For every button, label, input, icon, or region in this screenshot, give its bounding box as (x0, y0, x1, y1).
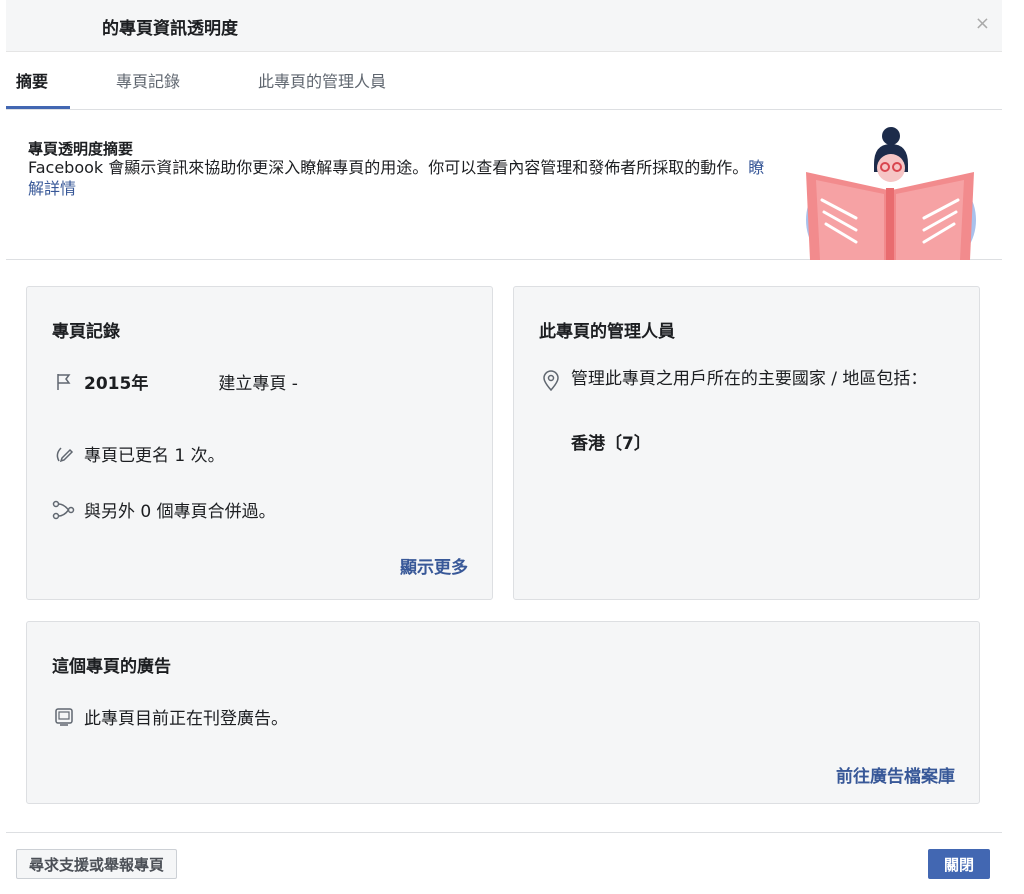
location-pin-icon (539, 369, 563, 393)
reading-person-illustration (806, 127, 976, 260)
country-value: 香港〔7〕 (571, 434, 651, 454)
created-text: 建立專頁 - (218, 374, 298, 394)
merge-text: 與另外 0 個專頁合併過。 (84, 502, 276, 522)
active-tab-indicator (6, 106, 70, 109)
ads-status-text: 此專頁目前正在刊登廣告。 (84, 709, 288, 729)
close-button[interactable]: 關閉 (928, 849, 990, 879)
ads-status-row: 此專頁目前正在刊登廣告。 (52, 704, 288, 729)
created-year: 2015年 (84, 374, 149, 394)
country-text: 管理此專頁之用戶所在的主要國家 / 地區包括： (570, 369, 928, 389)
dialog-header: 的專頁資訊透明度 × (6, 0, 1002, 52)
page-managers-card: 此專頁的管理人員 管理此專頁之用戶所在的主要國家 / 地區包括： 香港〔7〕 (513, 286, 980, 600)
page-ads-card: 這個專頁的廣告 此專頁目前正在刊登廣告。 前往廣告檔案庫 (26, 621, 980, 804)
page-managers-title: 此專頁的管理人員 (539, 322, 675, 342)
summary-title: 專頁透明度摘要 (28, 140, 134, 158)
dialog-footer: 尋求支援或舉報專頁 關閉 (6, 832, 1002, 894)
report-page-button[interactable]: 尋求支援或舉報專頁 (16, 849, 178, 879)
rename-text: 專頁已更名 1 次。 (84, 446, 225, 466)
transparency-dialog: 的專頁資訊透明度 × 摘要 專頁記錄 此專頁的管理人員 專頁透明度摘要 Face… (6, 0, 1002, 894)
pencil-icon (52, 442, 76, 466)
flag-icon (52, 370, 76, 394)
rename-row: 專頁已更名 1 次。 (52, 441, 225, 466)
tab-bar: 摘要 專頁記錄 此專頁的管理人員 (6, 52, 1002, 110)
summary-section: 專頁透明度摘要 Facebook 會顯示資訊來協助你更深入瞭解專頁的用途。你可以… (6, 110, 1002, 260)
ad-screen-icon (52, 705, 76, 729)
page-ads-title: 這個專頁的廣告 (52, 657, 171, 677)
dialog-title: 的專頁資訊透明度 (102, 19, 238, 39)
summary-text: Facebook 會顯示資訊來協助你更深入瞭解專頁的用途。你可以查看內容管理和發… (28, 158, 749, 177)
country-row: 管理此專頁之用戶所在的主要國家 / 地區包括： (539, 369, 939, 393)
created-row: 2015年 建立專頁 - (52, 369, 298, 394)
tab-page-managers[interactable]: 此專頁的管理人員 (258, 68, 386, 92)
tab-summary[interactable]: 摘要 (16, 68, 48, 92)
tab-page-history[interactable]: 專頁記錄 (116, 68, 180, 92)
page-history-title: 專頁記錄 (52, 322, 120, 342)
ad-library-link[interactable]: 前往廣告檔案庫 (836, 762, 955, 787)
close-icon[interactable]: × (975, 14, 990, 34)
summary-description: Facebook 會顯示資訊來協助你更深入瞭解專頁的用途。你可以查看內容管理和發… (28, 157, 773, 199)
merge-row: 與另外 0 個專頁合併過。 (52, 497, 276, 522)
page-history-card: 專頁記錄 2015年 建立專頁 - 專頁已更名 1 次。 與另外 0 個專頁合併… (26, 286, 493, 600)
merge-icon (52, 498, 76, 522)
show-more-link[interactable]: 顯示更多 (400, 553, 468, 578)
